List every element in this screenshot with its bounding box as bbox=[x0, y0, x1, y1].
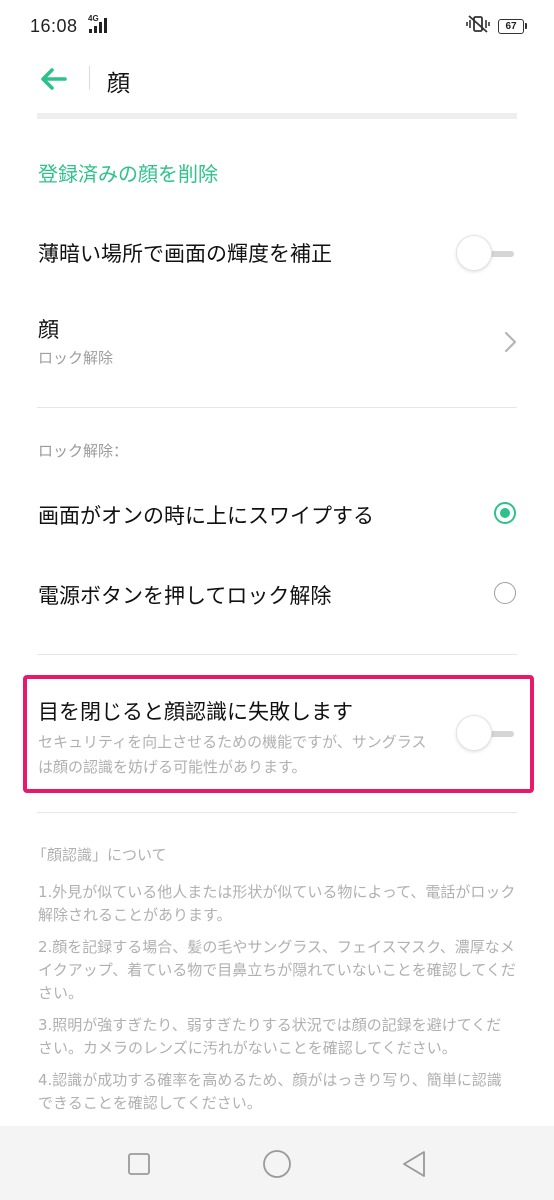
about-item: 2.顔を記録する場合、髪の毛やサングラス、フェイスマスク、濃厚なメイクアップ、着… bbox=[38, 938, 516, 1002]
toggle-knob bbox=[456, 715, 492, 751]
radio-selected-icon[interactable] bbox=[494, 502, 516, 524]
arrow-left-icon bbox=[41, 68, 67, 90]
status-bar: 16:08 4G 67 bbox=[0, 0, 554, 54]
home-button[interactable] bbox=[261, 1148, 293, 1180]
eyes-closed-setting-label: 目を閉じると顔認識に失敗します bbox=[38, 700, 353, 724]
signal-icon: 4G bbox=[88, 14, 114, 36]
section-divider bbox=[37, 407, 517, 408]
navigation-bar bbox=[0, 1126, 554, 1200]
brightness-toggle[interactable] bbox=[456, 234, 518, 274]
recents-button[interactable] bbox=[123, 1148, 155, 1180]
page-title: 顔 bbox=[107, 71, 130, 97]
brightness-setting-label: 薄暗い場所で画面の輝度を補正 bbox=[38, 242, 332, 266]
about-item: 4.認識が成功する確率を高めるため、顔がはっきり写り、簡単に認識できることを確認… bbox=[38, 1071, 502, 1112]
about-face-recognition: 「顔認識」について 1.外見が似ている他人または形状が似ている物によって、電話が… bbox=[32, 844, 516, 1124]
section-divider bbox=[37, 654, 517, 655]
section-divider bbox=[37, 812, 517, 813]
circle-home-icon bbox=[263, 1150, 291, 1178]
header-separator bbox=[37, 113, 517, 119]
about-item: 3.照明が強すぎたり、弱すぎたりする状況では顔の記録を避けてください。カメラのレ… bbox=[38, 1016, 502, 1057]
unlock-option-label: 電源ボタンを押してロック解除 bbox=[38, 584, 332, 608]
eyes-closed-toggle[interactable] bbox=[456, 714, 518, 754]
face-item-sublabel: ロック解除 bbox=[38, 349, 114, 367]
status-right-icons: 67 bbox=[466, 14, 527, 38]
status-time: 16:08 bbox=[30, 16, 78, 36]
triangle-back-icon bbox=[403, 1151, 425, 1177]
app-header: 顔 bbox=[0, 54, 554, 104]
toggle-knob bbox=[456, 235, 492, 271]
back-nav-button[interactable] bbox=[398, 1148, 430, 1180]
about-title: 「顔認識」について bbox=[32, 846, 167, 864]
vibrate-icon bbox=[466, 14, 490, 38]
square-recents-icon bbox=[128, 1153, 150, 1175]
header-divider bbox=[89, 66, 90, 90]
battery-icon: 67 bbox=[498, 18, 527, 34]
delete-registered-face-button[interactable]: 登録済みの顔を削除 bbox=[38, 158, 218, 187]
back-button[interactable] bbox=[36, 62, 70, 96]
unlock-section-label: ロック解除： bbox=[38, 442, 129, 460]
radio-unselected-icon[interactable] bbox=[494, 582, 516, 604]
about-item: 1.外見が似ている他人または形状が似ている物によって、電話がロック解除されること… bbox=[38, 883, 516, 924]
chevron-right-icon bbox=[504, 331, 517, 353]
eyes-closed-description: セキュリティを向上させるための機能ですが、サングラスは顔の認識を妨げる可能性があ… bbox=[38, 733, 427, 776]
face-item-label: 顔 bbox=[38, 318, 59, 342]
unlock-option-label: 画面がオンの時に上にスワイプする bbox=[38, 504, 374, 528]
